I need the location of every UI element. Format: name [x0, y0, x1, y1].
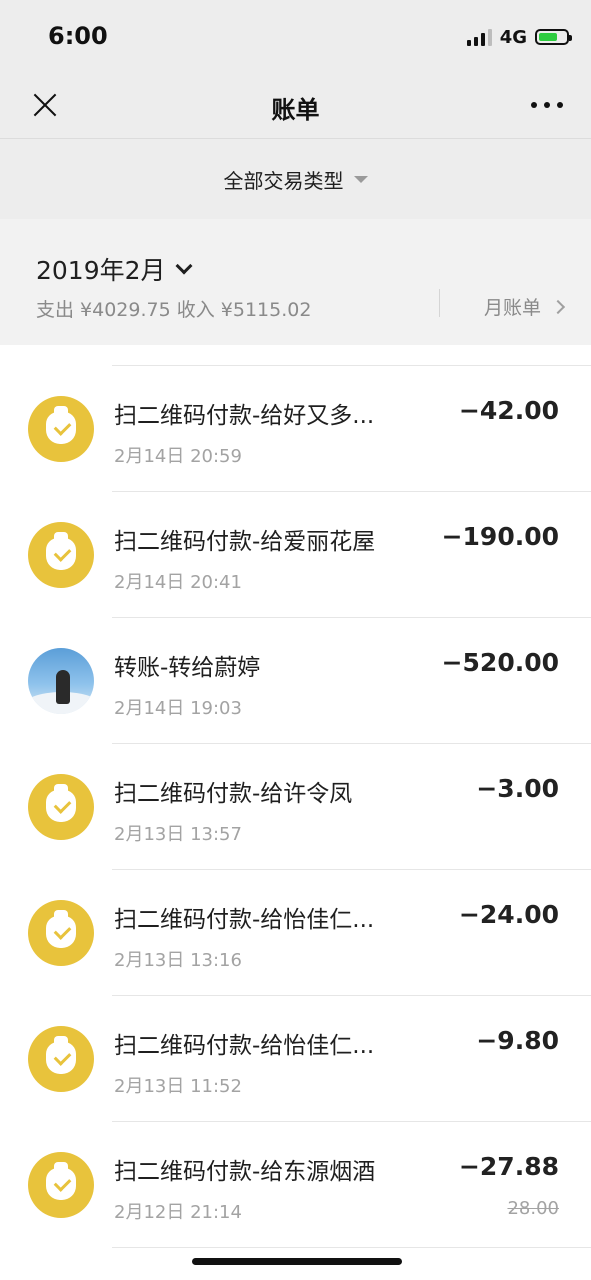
transaction-title: 扫二维码付款-给怡佳仁... — [114, 1033, 375, 1059]
transaction-amount: −520.00 — [441, 648, 559, 677]
home-indicator[interactable] — [192, 1258, 402, 1265]
transaction-type-filter[interactable]: 全部交易类型 — [0, 139, 591, 219]
transaction-amount: −9.80 — [476, 1026, 559, 1055]
transaction-row[interactable]: 转账-转给蔚婷 2月14日 19:03 −520.00 — [0, 618, 591, 744]
month-summary: 2019年2月 支出 ¥4029.75 收入 ¥5115.02 月账单 — [0, 219, 591, 345]
chevron-down-icon — [175, 257, 193, 275]
network-label: 4G — [499, 26, 527, 48]
transaction-row[interactable]: 扫二维码付款-给怡佳仁... 2月13日 11:52 −9.80 — [0, 996, 591, 1122]
transaction-time: 2月14日 20:41 — [114, 572, 242, 593]
filter-label: 全部交易类型 — [223, 168, 344, 193]
wallet-bag-icon — [28, 1026, 94, 1092]
wallet-bag-icon — [28, 774, 94, 840]
transaction-time: 2月13日 13:16 — [114, 950, 242, 971]
transaction-title: 扫二维码付款-给东源烟酒 — [114, 1159, 376, 1185]
transaction-row[interactable]: 扫二维码付款-给好又多... 2月14日 20:59 −42.00 — [0, 366, 591, 492]
transaction-title: 扫二维码付款-给好又多... — [114, 403, 375, 429]
transaction-row[interactable]: 扫二维码付款-给怡佳仁... 2月13日 13:16 −24.00 — [0, 870, 591, 996]
transaction-row[interactable]: 扫二维码付款-给东源烟酒 2月12日 21:14 −27.88 28.00 — [0, 1122, 591, 1248]
transaction-amount: −42.00 — [458, 396, 559, 425]
signal-icon — [466, 28, 492, 46]
transaction-amount: −24.00 — [458, 900, 559, 929]
status-icons: 4G — [466, 26, 572, 48]
transaction-amount: −3.00 — [476, 774, 559, 803]
transaction-time: 2月12日 21:14 — [114, 1202, 242, 1223]
month-label: 2019年2月 — [36, 256, 166, 285]
monthly-bill-label: 月账单 — [483, 297, 541, 319]
monthly-bill-link[interactable]: 月账单 — [483, 293, 566, 320]
nav-bar: 账单 — [0, 72, 591, 139]
status-bar: 6:00 4G — [0, 0, 591, 72]
month-totals: 支出 ¥4029.75 收入 ¥5115.02 — [36, 299, 312, 321]
wallet-bag-icon — [28, 1152, 94, 1218]
transaction-time: 2月14日 20:59 — [114, 446, 242, 467]
battery-icon — [535, 29, 572, 45]
caret-down-icon — [353, 175, 368, 183]
more-icon[interactable] — [531, 102, 563, 108]
transaction-amount: −190.00 — [441, 522, 559, 551]
transaction-row[interactable]: 扫二维码付款-给爱丽花屋 2月14日 20:41 −190.00 — [0, 492, 591, 618]
transaction-time: 2月13日 13:57 — [114, 824, 242, 845]
transaction-row[interactable]: 扫二维码付款-给许令凤 2月13日 13:57 −3.00 — [0, 744, 591, 870]
page-title: 账单 — [271, 96, 320, 124]
original-amount: 28.00 — [507, 1198, 559, 1219]
chevron-right-icon — [550, 299, 566, 314]
wallet-bag-icon — [28, 522, 94, 588]
status-time: 6:00 — [48, 22, 108, 50]
month-selector[interactable]: 2019年2月 — [36, 251, 193, 287]
transaction-time: 2月13日 11:52 — [114, 1076, 242, 1097]
transaction-time: 2月14日 19:03 — [114, 698, 242, 719]
contact-avatar — [28, 648, 94, 714]
transaction-title: 扫二维码付款-给爱丽花屋 — [114, 529, 376, 555]
wallet-bag-icon — [28, 900, 94, 966]
transaction-title: 转账-转给蔚婷 — [114, 655, 261, 681]
transaction-title: 扫二维码付款-给怡佳仁... — [114, 907, 375, 933]
transaction-title: 扫二维码付款-给许令凤 — [114, 781, 353, 807]
transaction-amount: −27.88 — [458, 1152, 559, 1181]
wallet-bag-icon — [28, 396, 94, 462]
divider — [439, 289, 440, 317]
